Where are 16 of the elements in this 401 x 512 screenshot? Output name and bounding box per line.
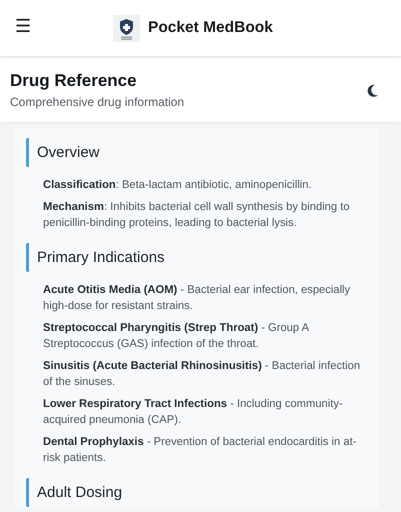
info-text: Sinusitis (Acute Bacterial Rhinosinusitis) - Bacterial infection of the sinuses. [43,359,362,390]
info-text: Mechanism: Inhibits bacterial cell wall synthesis by binding to penicillin-binding proteins, leading to bacterial lysis. [43,200,351,231]
info-text: Classification: Beta-lactam antibiotic, aminopenicillin. [43,178,313,193]
info-text: Lower Respiratory Tract Infections - Including community-acquired pneumonia (CAP). [43,397,344,428]
moon-icon [367,84,379,96]
info-text: Streptococcal Pharyngitis (Strep Throat) - Group A Streptococcus (GAS) infection of the throat. [43,321,310,352]
logo-icon [113,14,140,42]
menu-button[interactable]: ☰ [12,14,34,40]
info-text: Acute Otitis Media (AOM) - Bacterial ear infection, especially high-dose for resistant strains. [43,283,352,314]
section-heading: Primary Indications [26,243,367,272]
section-heading: Adult Dosing [26,478,367,507]
page-title: Drug Reference [10,71,138,91]
page-subtitle: Comprehensive drug information [10,95,184,109]
info-text: Dental Prophylaxis - Prevention of bacterial endocarditis in at-risk patients. [43,435,358,466]
app-title: Pocket MedBook [148,19,273,37]
section-heading: Overview [26,138,367,167]
